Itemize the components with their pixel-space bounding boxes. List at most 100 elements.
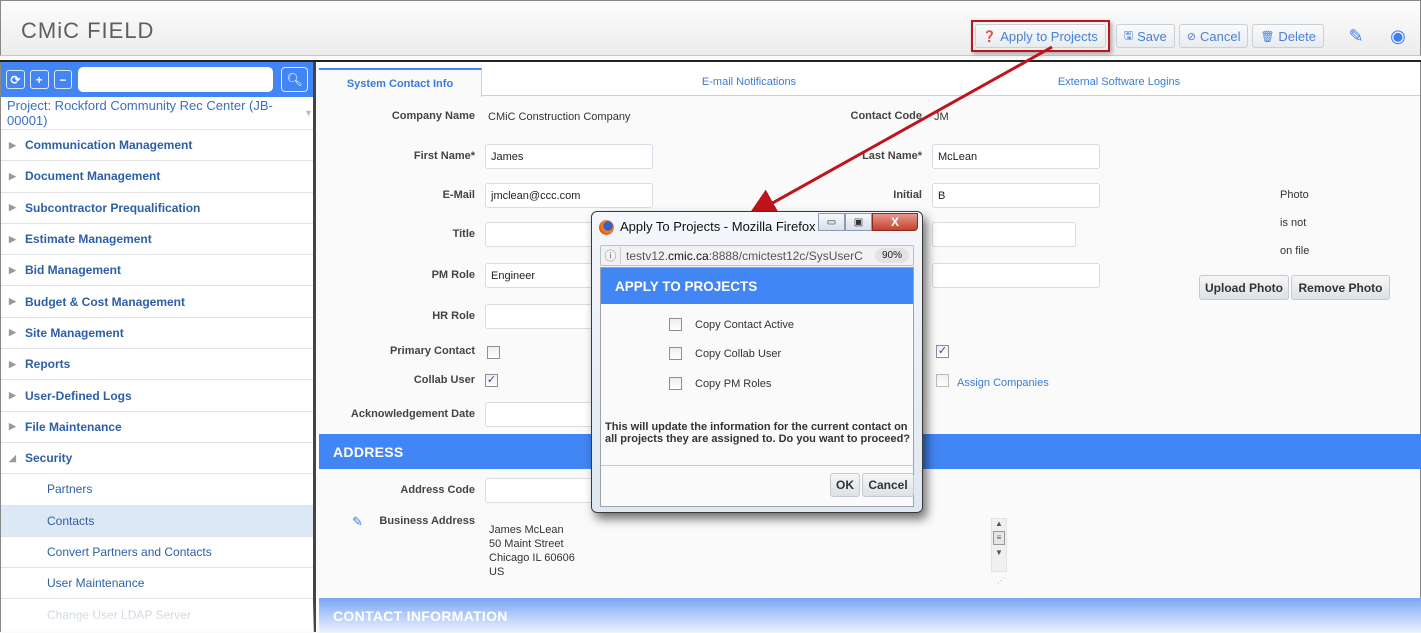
scroll-up-icon[interactable]: ▲ xyxy=(992,519,1006,528)
close-icon: X xyxy=(890,215,899,229)
company-name-value: CMiC Construction Company xyxy=(488,111,631,123)
copy-collab-user-checkbox[interactable] xyxy=(669,347,682,360)
apply-to-projects-button[interactable]: ❓ Apply to Projects xyxy=(974,24,1106,48)
copy-contact-active-checkbox[interactable] xyxy=(669,318,682,331)
tab-bar: System Contact Info E-mail Notifications… xyxy=(319,62,1420,97)
scroll-thumb[interactable]: ≡ xyxy=(993,531,1005,545)
firefox-icon xyxy=(599,220,614,235)
copy-collab-user-option[interactable]: Copy Collab User xyxy=(669,347,781,360)
close-button[interactable]: X xyxy=(872,213,918,231)
maximize-icon: ▣ xyxy=(853,216,864,228)
initial-field[interactable]: B xyxy=(932,183,1100,208)
primary-contact-checkbox[interactable] xyxy=(487,346,500,359)
info-icon[interactable]: ⓘ xyxy=(601,247,621,264)
scroll-down-icon[interactable]: ▼ xyxy=(992,548,1006,557)
copy-contact-active-option[interactable]: Copy Contact Active xyxy=(669,318,794,331)
annotation-highlight: ❓ Apply to Projects xyxy=(970,20,1110,52)
collab-user-label: Collab User xyxy=(413,374,475,386)
caret-right-icon: ▶ xyxy=(9,327,16,338)
sidebar-item-label: Subcontractor Prequalification xyxy=(25,200,201,215)
refresh-button[interactable]: ⟳ xyxy=(6,70,25,89)
sidebar-item-estimate-management[interactable]: ▶ Estimate Management xyxy=(1,224,313,256)
delete-button[interactable]: 🗑 Delete xyxy=(1252,24,1324,48)
first-name-field[interactable]: James xyxy=(485,144,653,169)
sidebar-search-input[interactable] xyxy=(78,67,274,92)
tab-email-notifications[interactable]: E-mail Notifications xyxy=(649,68,849,96)
dialog-cancel-button[interactable]: Cancel xyxy=(862,473,914,497)
right-field-2[interactable] xyxy=(932,263,1100,288)
last-name-field[interactable]: McLean xyxy=(932,144,1100,169)
initial-label: Initial xyxy=(893,189,922,201)
sidebar-item-bid-management[interactable]: ▶ Bid Management xyxy=(1,255,313,287)
sidebar-item-security[interactable]: ◢ Security xyxy=(1,443,313,475)
photo-text-3: on file xyxy=(1280,245,1310,257)
sidebar-item-reports[interactable]: ▶ Reports xyxy=(1,349,313,381)
right-field-1[interactable] xyxy=(932,222,1076,247)
sidebar-item-document-management[interactable]: ▶ Document Management xyxy=(1,161,313,193)
sidebar-search-button[interactable]: 🔍︎ xyxy=(281,67,308,92)
dialog-heading: APPLY TO PROJECTS xyxy=(601,268,913,304)
collapse-all-button[interactable]: − xyxy=(53,70,73,89)
minimize-icon: ▭ xyxy=(826,216,837,228)
contact-information-section-header: CONTACT INFORMATION xyxy=(319,598,1421,633)
sidebar-toolbar: ⟳ + − 🔍︎ xyxy=(1,62,313,97)
maximize-button[interactable]: ▣ xyxy=(845,213,872,231)
cancel-button[interactable]: ⊘ Cancel xyxy=(1178,24,1249,48)
remove-photo-button[interactable]: Remove Photo xyxy=(1291,275,1390,300)
url-path: :8888/cmictest12c/SysUserC xyxy=(708,248,863,263)
assign-companies-link[interactable]: Assign Companies xyxy=(957,377,1049,389)
email-field[interactable]: jmclean@ccc.com xyxy=(485,183,653,208)
address-scrollbar[interactable]: ▲ ≡ ▼ xyxy=(991,518,1007,572)
sidebar-item-site-management[interactable]: ▶ Site Management xyxy=(1,318,313,350)
url-bar[interactable]: ⓘ testv12. cmic.ca:8888/cmictest12c/SysUs… xyxy=(600,245,914,266)
tab-external-software-logins[interactable]: External Software Logins xyxy=(1019,68,1219,96)
address-line: US xyxy=(489,566,505,578)
user-circle-icon[interactable]: ◉ xyxy=(1388,26,1408,47)
collab-user-checkbox[interactable]: ✓ xyxy=(485,374,498,387)
ok-button[interactable]: OK xyxy=(830,473,860,497)
right-checkbox[interactable]: ✓ xyxy=(936,345,949,358)
dialog-message: This will update the information for the… xyxy=(605,421,911,445)
minus-icon: − xyxy=(59,72,67,87)
copy-pm-roles-checkbox[interactable] xyxy=(669,377,682,390)
upload-photo-button[interactable]: Upload Photo xyxy=(1199,275,1289,300)
sidebar-item-label: Document Management xyxy=(25,169,161,184)
tab-system-contact-info[interactable]: System Contact Info xyxy=(319,68,482,97)
trash-icon: 🗑 xyxy=(1260,30,1275,43)
caret-right-icon: ▶ xyxy=(9,296,16,307)
resize-grip-icon[interactable]: ⋰ xyxy=(997,576,1005,585)
delete-label: Delete xyxy=(1278,28,1316,44)
project-selector[interactable]: Project: Rockford Community Rec Center (… xyxy=(1,97,313,130)
primary-contact-label: Primary Contact xyxy=(390,345,475,357)
sidebar-subitem-contacts[interactable]: Contacts xyxy=(1,505,313,537)
expand-all-button[interactable]: + xyxy=(29,70,49,89)
caret-expanded-icon: ◢ xyxy=(9,452,16,463)
dialog-footer: OK Cancel xyxy=(601,465,914,506)
edit-icon[interactable]: ✎ xyxy=(1346,26,1366,47)
sidebar-item-user-defined-logs[interactable]: ▶ User-Defined Logs xyxy=(1,380,313,412)
sidebar-item-label: Security xyxy=(25,451,73,466)
address-line: James McLean xyxy=(489,524,564,536)
company-name-label: Company Name xyxy=(391,110,475,122)
sidebar-item-file-maintenance[interactable]: ▶ File Maintenance xyxy=(1,412,313,443)
photo-text-2: is not xyxy=(1280,217,1307,229)
contact-code-label: Contact Code xyxy=(850,110,923,122)
sidebar-subitem-partners[interactable]: Partners xyxy=(1,474,313,506)
address-code-label: Address Code xyxy=(400,484,475,496)
sidebar-subitem-convert-partners-and-contacts[interactable]: Convert Partners and Contacts xyxy=(1,537,313,569)
sidebar-item-label: User-Defined Logs xyxy=(25,388,132,403)
nav-list: ▶ Communication Management ▶ Document Manag… xyxy=(1,130,313,631)
save-label: Save xyxy=(1137,28,1167,44)
minimize-button[interactable]: ▭ xyxy=(818,213,845,231)
email-label: E-Mail xyxy=(442,189,475,201)
sidebar-item-budget-cost-management[interactable]: ▶ Budget & Cost Management xyxy=(1,286,313,318)
dialog-body: APPLY TO PROJECTS Copy Contact Active Co… xyxy=(600,267,914,507)
copy-pm-roles-option[interactable]: Copy PM Roles xyxy=(669,377,771,390)
assign-companies-checkbox[interactable] xyxy=(936,374,949,387)
sidebar-item-communication-management[interactable]: ▶ Communication Management xyxy=(1,130,313,162)
zoom-level[interactable]: 90% xyxy=(874,248,909,263)
sidebar: ⟳ + − 🔍︎ Project: Rockford Community Rec… xyxy=(0,62,316,632)
sidebar-subitem-user-maintenance[interactable]: User Maintenance xyxy=(1,568,313,600)
save-button[interactable]: 🖫 Save xyxy=(1115,24,1175,48)
sidebar-item-subcontractor-prequalification[interactable]: ▶ Subcontractor Prequalification xyxy=(1,193,313,224)
